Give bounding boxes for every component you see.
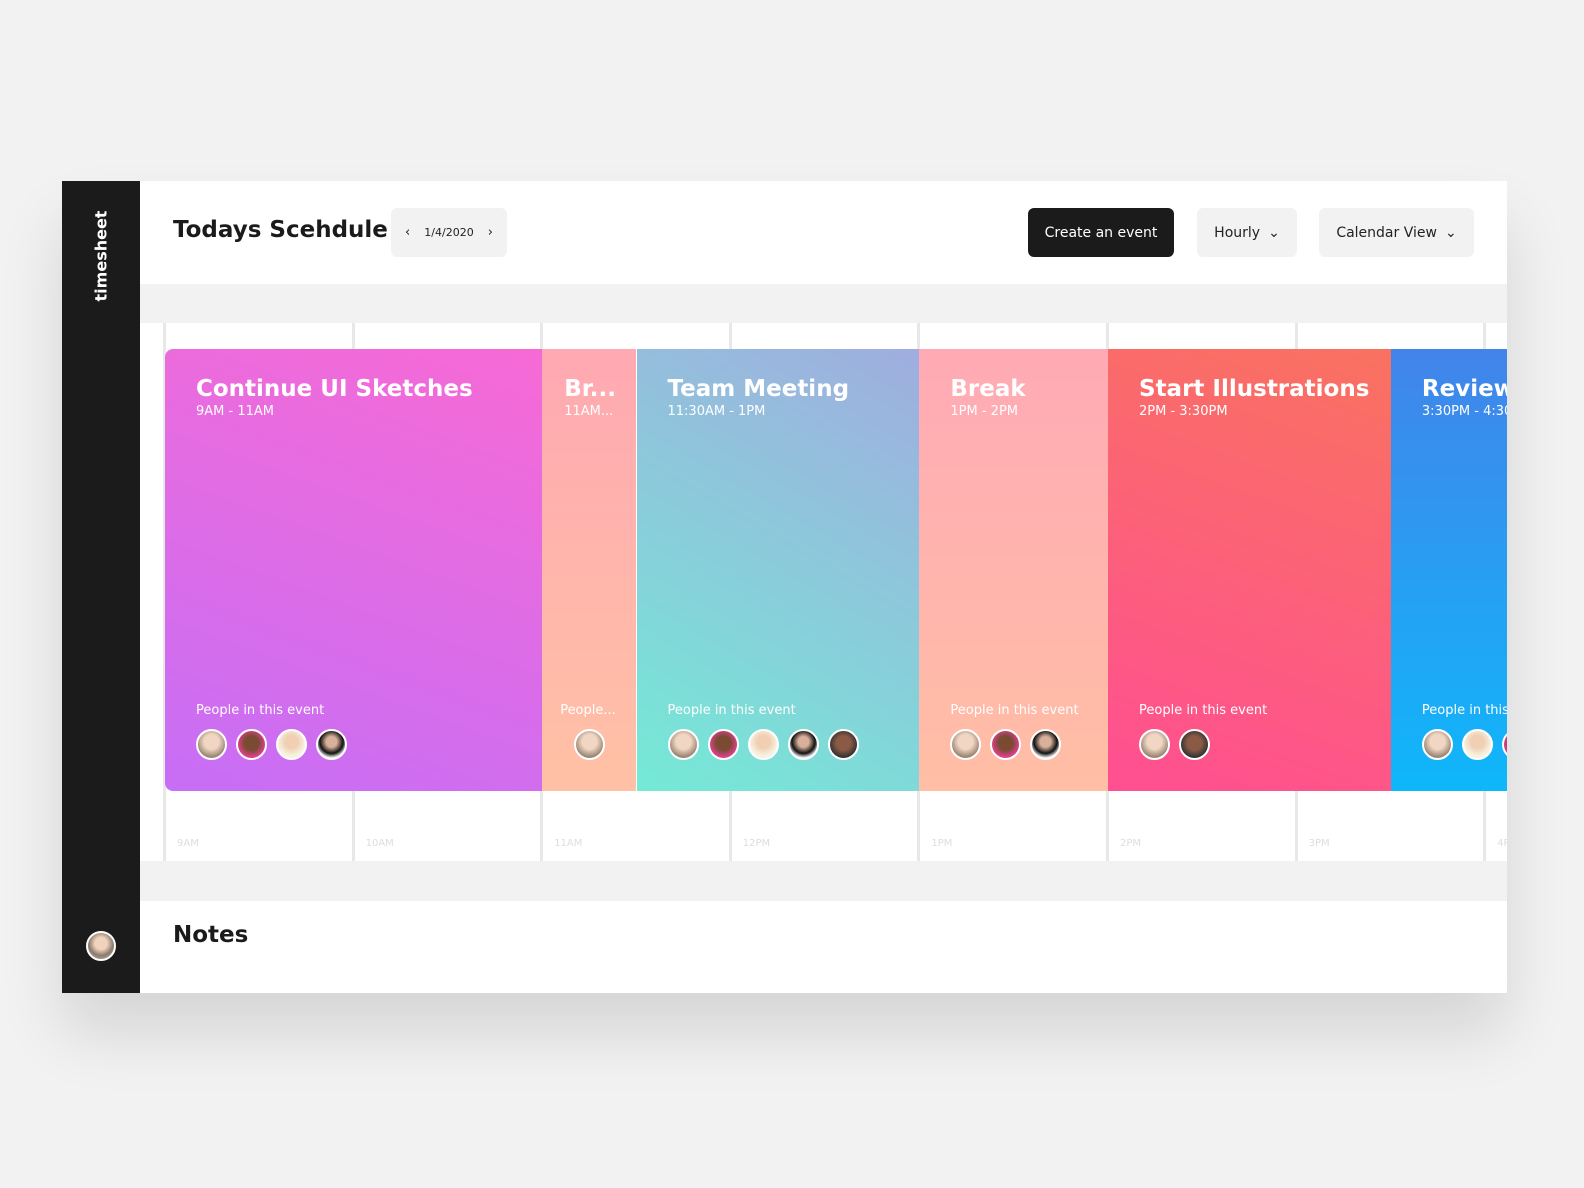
- person-avatar[interactable]: [950, 729, 982, 760]
- person-avatar[interactable]: [1179, 729, 1210, 760]
- timeline: 9AM 10AM 11AM 12PM 1PM 2PM 3PM 4PM Continue UI S…: [140, 323, 1507, 861]
- event-title: Review: [1421, 376, 1507, 402]
- people-label: People...: [560, 703, 616, 718]
- hour-label: 11AM: [554, 838, 583, 849]
- divider: [140, 861, 1507, 901]
- person-avatar[interactable]: [276, 729, 307, 760]
- event-title: Team Meeting: [667, 376, 850, 402]
- event-card[interactable]: Br... 11AM... People...: [542, 349, 637, 791]
- hour-label: 1PM: [931, 838, 953, 849]
- event-time: 11:30AM - 1PM: [667, 404, 766, 419]
- hour-label: 3PM: [1308, 838, 1330, 849]
- person-avatar[interactable]: [316, 729, 347, 760]
- granularity-dropdown[interactable]: Hourly ⌄: [1197, 208, 1297, 257]
- person-avatar[interactable]: [1461, 729, 1493, 760]
- person-avatar[interactable]: [574, 729, 606, 760]
- person-avatar[interactable]: [707, 729, 739, 760]
- person-avatar[interactable]: [1030, 729, 1062, 760]
- date-value: 1/4/2020: [424, 226, 474, 239]
- hour-label: 9AM: [177, 838, 199, 849]
- hour-label: 4PM: [1497, 838, 1507, 849]
- event-title: Break: [950, 376, 1026, 402]
- person-avatar[interactable]: [196, 729, 227, 760]
- event-time: 11AM...: [564, 404, 614, 419]
- hour-label: 12PM: [742, 838, 771, 849]
- person-avatar[interactable]: [236, 729, 267, 760]
- person-avatar[interactable]: [1139, 729, 1170, 760]
- app-window: timesheet Todays Scehdule ‹ 1/4/2020 › C…: [62, 181, 1507, 993]
- people-label: People in this event: [950, 703, 1079, 718]
- event-card[interactable]: Break 1PM - 2PM People in this event: [919, 349, 1108, 791]
- event-time: 1PM - 2PM: [950, 404, 1018, 419]
- chevron-left-icon[interactable]: ‹: [405, 225, 410, 240]
- notes-title: Notes: [173, 922, 249, 948]
- logo: timesheet: [91, 210, 111, 302]
- hour-label: 10AM: [365, 838, 394, 849]
- divider: [140, 284, 1507, 323]
- event-title: Br...: [564, 376, 616, 402]
- create-event-label: Create an event: [1044, 224, 1158, 241]
- event-title: Continue UI Sketches: [196, 376, 473, 402]
- granularity-value: Hourly: [1214, 224, 1261, 241]
- page-title: Todays Scehdule: [173, 217, 388, 243]
- create-event-button[interactable]: Create an event: [1028, 208, 1174, 257]
- person-avatar[interactable]: [747, 729, 779, 760]
- people-label: People in this event: [1139, 703, 1268, 718]
- date-picker: ‹ 1/4/2020 ›: [391, 208, 507, 257]
- view-value: Calendar View: [1336, 224, 1437, 241]
- view-dropdown[interactable]: Calendar View ⌄: [1319, 208, 1474, 257]
- hour-label: 2PM: [1120, 838, 1142, 849]
- chevron-down-icon: ⌄: [1444, 224, 1457, 241]
- event-time: 2PM - 3:30PM: [1139, 404, 1228, 419]
- people-label: People in this event: [667, 703, 796, 718]
- event-card[interactable]: Start Illustrations 2PM - 3:30PM People in…: [1108, 349, 1391, 791]
- person-avatar[interactable]: [1421, 729, 1453, 760]
- event-card[interactable]: Review 3:30PM - 4:30PM People in this even…: [1390, 349, 1507, 791]
- event-time: 9AM - 11AM: [196, 404, 274, 419]
- person-avatar[interactable]: [990, 729, 1022, 760]
- user-avatar[interactable]: [86, 931, 116, 961]
- chevron-right-icon[interactable]: ›: [488, 225, 493, 240]
- event-card[interactable]: Team Meeting 11:30AM - 1PM People in this …: [636, 349, 920, 791]
- people-label: People in this event: [196, 703, 325, 718]
- person-avatar[interactable]: [667, 729, 699, 760]
- header: Todays Scehdule ‹ 1/4/2020 › Create an e…: [140, 181, 1507, 284]
- event-title: Start Illustrations: [1139, 376, 1370, 402]
- sidebar: timesheet: [62, 181, 140, 993]
- person-avatar[interactable]: [827, 729, 859, 760]
- event-time: 3:30PM - 4:30PM: [1421, 404, 1507, 419]
- people-label: People in this event: [1421, 703, 1507, 718]
- chevron-down-icon: ⌄: [1268, 224, 1280, 241]
- person-avatar[interactable]: [1501, 729, 1507, 760]
- person-avatar[interactable]: [787, 729, 819, 760]
- event-card[interactable]: Continue UI Sketches 9AM - 11AM People in …: [165, 349, 543, 791]
